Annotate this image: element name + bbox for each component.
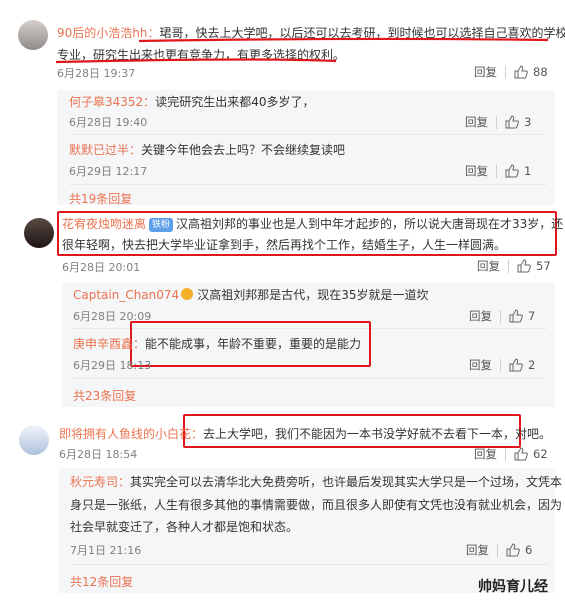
reply-username[interactable]: 默默已过半： xyxy=(69,143,141,157)
reply-username[interactable]: 秋元寿司： xyxy=(70,475,130,489)
like-icon[interactable] xyxy=(505,164,519,178)
reply-date: 6月29日 18:13 xyxy=(73,359,152,372)
avatar[interactable] xyxy=(24,218,54,248)
watermark: 帅妈育儿经 xyxy=(478,579,548,595)
like-count: 3 xyxy=(524,115,532,129)
comment-text: 很年轻啊，快去把大学毕业证拿到手，然后再找个工作，结婚生子，人生一样圆满。 xyxy=(62,238,507,252)
reply-text: 身只是一张纸，人生有很多其他的事情需要做，而且很多人即使有文凭也没有就业机会，因… xyxy=(70,498,563,512)
more-replies-link[interactable]: 共23条回复 xyxy=(73,387,136,404)
underline-mark xyxy=(55,37,549,64)
comment-date: 6月28日 18:54 xyxy=(59,448,138,461)
like-icon[interactable] xyxy=(505,115,519,129)
reply-button[interactable]: 回复 xyxy=(466,542,489,558)
more-replies-link[interactable]: 共19条回复 xyxy=(69,190,132,207)
like-icon[interactable] xyxy=(509,309,523,323)
reply-text: 读完研究生出来都40多岁了， xyxy=(155,95,315,109)
reply-text: 其实完全可以去清华北大免费旁听，也许最后发现其实大学只是一个过场，文凭本 xyxy=(130,475,563,489)
like-count: 6 xyxy=(525,543,533,557)
reply-text: 关键今年他会去上吗？不会继续复读吧 xyxy=(141,143,346,157)
like-icon[interactable] xyxy=(517,259,531,273)
comment-date: 6月28日 20:01 xyxy=(62,261,141,274)
reply-username[interactable]: 何子皋34352： xyxy=(69,95,155,109)
reply-date: 7月1日 21:16 xyxy=(70,544,142,557)
reply-button[interactable]: 回复 xyxy=(465,163,488,179)
reply-username[interactable]: Captain_Chan074 xyxy=(73,288,179,302)
fan-badge: 铁粉 xyxy=(149,218,174,232)
reply-date: 6月28日 19:40 xyxy=(69,116,148,129)
comment-text: 汉高祖刘邦的事业也是人到中年才起步的，所以说大唐哥现在才33岁，还 xyxy=(176,217,564,231)
like-count: 57 xyxy=(536,259,551,273)
reply-button[interactable]: 回复 xyxy=(477,258,500,274)
reply-button[interactable]: 回复 xyxy=(469,357,492,373)
like-count: 1 xyxy=(524,164,532,178)
reply-text: 汉高祖刘邦那是古代，现在35岁就是一道坎 xyxy=(197,288,429,302)
like-icon[interactable] xyxy=(509,358,523,372)
vip-icon xyxy=(181,288,194,300)
like-count: 7 xyxy=(528,309,536,323)
reply-username[interactable]: 庚申辛酉鑫： xyxy=(73,337,145,351)
more-replies-link[interactable]: 共12条回复 xyxy=(70,573,133,590)
comment-username[interactable]: 即将拥有人鱼线的小白花： xyxy=(59,427,203,441)
like-icon[interactable] xyxy=(506,543,520,557)
reply-date: 6月29日 12:17 xyxy=(69,165,148,178)
reply-button[interactable]: 回复 xyxy=(469,308,492,324)
like-count: 62 xyxy=(533,447,548,461)
reply-button[interactable]: 回复 xyxy=(465,114,488,130)
reply-text: 社会早就变迁了，各种人才都是饱和状态。 xyxy=(70,520,299,534)
comment-username[interactable]: 花宥夜烛吻迷离 xyxy=(62,217,146,231)
reply-button[interactable]: 回复 xyxy=(474,446,497,462)
avatar[interactable] xyxy=(19,425,49,455)
reply-text: 能不能成事，年龄不重要，重要的是能力 xyxy=(145,337,362,351)
comment-text: 去上大学吧，我们不能因为一本书没学好就不去看下一本，对吧。 xyxy=(203,427,552,441)
like-icon[interactable] xyxy=(514,447,528,461)
like-count: 2 xyxy=(528,358,536,372)
